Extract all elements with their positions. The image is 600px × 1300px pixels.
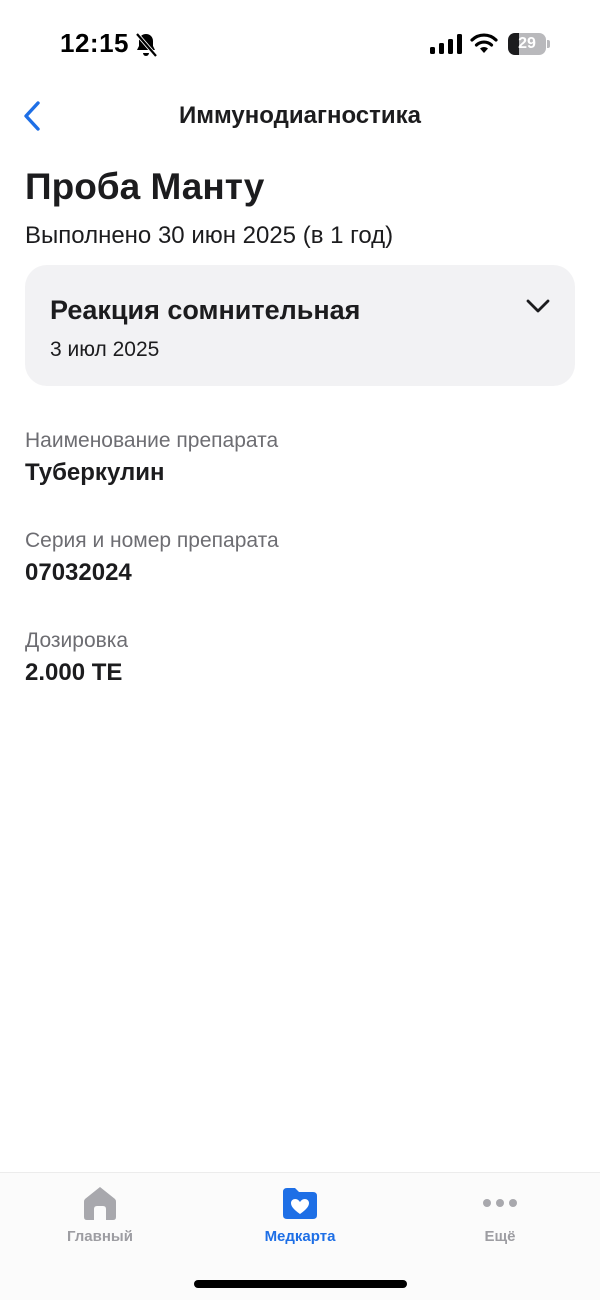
status-time: 12:15 (60, 28, 129, 58)
nav-bar: Иммунодиагностика (0, 90, 600, 142)
tab-label: Главный (67, 1228, 133, 1245)
field-value: 07032024 (25, 559, 132, 586)
tab-label: Ещё (484, 1228, 516, 1245)
bell-slash-icon (135, 32, 158, 58)
screen: 12:15 29 Иммунодиагностика Проба Манту В… (0, 0, 600, 1300)
cellular-signal-icon (430, 34, 462, 54)
reaction-card[interactable]: Реакция сомнительная 3 июл 2025 (25, 265, 575, 386)
field-drug-name: Наименование препарата Туберкулин (25, 428, 575, 489)
nav-title: Иммунодиагностика (178, 102, 421, 129)
performed-date: Выполнено 30 июн 2025 (в 1 год) (25, 222, 394, 249)
field-label: Серия и номер препарата (25, 529, 279, 552)
reaction-date: 3 июл 2025 (50, 338, 160, 361)
home-indicator[interactable] (194, 1280, 407, 1288)
field-dosage: Дозировка 2.000 ТЕ (25, 628, 575, 689)
chevron-down-icon[interactable] (525, 297, 551, 315)
tab-more[interactable]: Ещё (400, 1185, 600, 1255)
field-drug-series: Серия и номер препарата 07032024 (25, 528, 575, 589)
battery-icon: 29 (508, 33, 550, 55)
folder-heart-icon (283, 1188, 317, 1219)
tab-medcard[interactable]: Медкарта (200, 1185, 400, 1255)
wifi-icon (470, 33, 498, 53)
tab-label: Медкарта (264, 1228, 336, 1245)
reaction-title: Реакция сомнительная (50, 295, 361, 325)
battery-level: 29 (518, 35, 536, 52)
field-label: Дозировка (25, 629, 129, 652)
status-bar: 12:15 29 (0, 0, 600, 90)
home-icon (84, 1187, 116, 1220)
field-label: Наименование препарата (25, 429, 279, 452)
more-dots-icon (483, 1199, 517, 1207)
field-value: Туберкулин (25, 459, 165, 486)
field-value: 2.000 ТЕ (25, 659, 123, 686)
tab-home[interactable]: Главный (0, 1185, 200, 1255)
page-title: Проба Манту (25, 166, 265, 207)
